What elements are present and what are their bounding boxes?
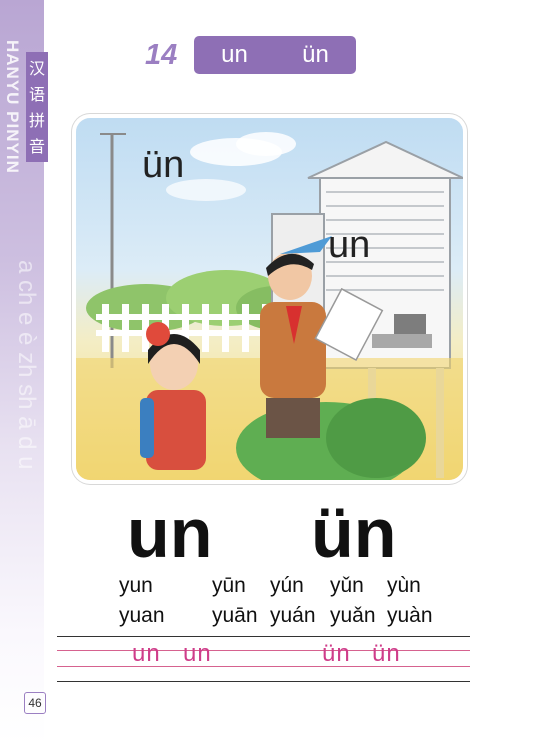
syllable-yun-3: yǔn — [330, 574, 364, 597]
illustration-label-un-umlaut: ün — [142, 144, 185, 186]
title-final-1: un — [221, 41, 248, 68]
final-un-umlaut: ün — [311, 494, 397, 572]
trace-un-umlaut-1: ün — [322, 640, 351, 667]
chapter-label: 汉语拼音 — [26, 52, 48, 162]
syllable-yuan-3: yuǎn — [330, 604, 376, 627]
trace-un-1: un — [132, 640, 161, 667]
page-number: 46 — [24, 692, 46, 714]
trace-un-2: un — [183, 640, 212, 667]
lesson-number: 14 — [145, 39, 178, 71]
syllable-yuan-1: yuān — [212, 604, 258, 627]
writing-line-upper-mid — [57, 650, 470, 651]
writing-line-top — [57, 636, 470, 637]
writing-line-lower-mid — [57, 666, 470, 667]
trace-un-umlaut-2: ün — [372, 640, 401, 667]
writing-lines — [57, 636, 470, 682]
writing-line-bottom — [57, 681, 470, 682]
syllable-yun-4: yùn — [387, 574, 421, 597]
final-un: un — [127, 494, 213, 572]
title-final-2: ün — [302, 41, 329, 68]
syllable-yuan: yuan — [119, 604, 165, 627]
syllable-yuan-2: yuán — [270, 604, 316, 627]
illustration-drawing — [76, 132, 463, 480]
syllable-yun-2: yún — [270, 574, 304, 597]
side-faint-letters: a ch e è zh sh ā d u — [13, 260, 40, 470]
illustration: ün un — [76, 118, 463, 480]
illustration-label-un: un — [328, 224, 371, 266]
syllable-yuan-4: yuàn — [387, 604, 433, 627]
lesson-title: un ün — [194, 36, 356, 74]
syllable-yun-1: yūn — [212, 574, 246, 597]
syllable-yun: yun — [119, 574, 153, 597]
